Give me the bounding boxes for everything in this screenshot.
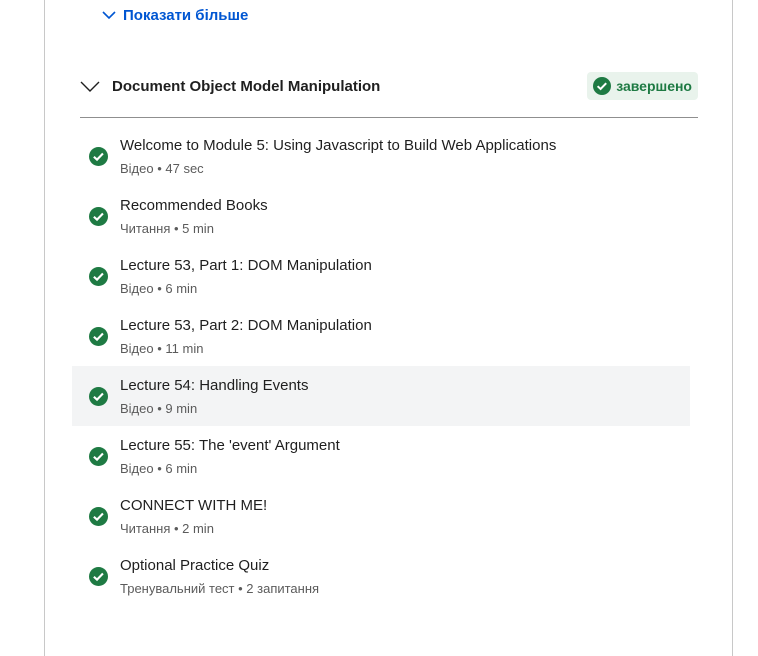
check-circle-icon xyxy=(89,567,108,586)
item-title: Optional Practice Quiz xyxy=(120,557,270,574)
list-item-hovered[interactable]: Lecture 54: Handling Events Відео • 9 mi… xyxy=(72,366,690,426)
item-list: Welcome to Module 5: Using Javascript to… xyxy=(72,126,690,606)
item-title: Lecture 54: Handling Events xyxy=(120,377,309,394)
item-title: Lecture 55: The 'event' Argument xyxy=(120,437,340,454)
item-title: Lecture 53, Part 2: DOM Manipulation xyxy=(120,317,372,334)
item-title: CONNECT WITH ME! xyxy=(120,497,268,514)
list-item[interactable]: Lecture 53, Part 1: DOM Manipulation Від… xyxy=(72,246,690,306)
item-title: Welcome to Module 5: Using Javascript to… xyxy=(120,137,557,154)
item-meta: Відео • 6 min xyxy=(120,281,198,296)
check-circle-icon xyxy=(89,387,108,406)
check-circle-icon xyxy=(89,327,108,346)
status-badge-label: завершено xyxy=(616,78,692,94)
item-title: Lecture 53, Part 1: DOM Manipulation xyxy=(120,257,372,274)
list-item[interactable]: Recommended Books Читання • 5 min xyxy=(72,186,690,246)
item-meta: Читання • 5 min xyxy=(120,221,214,236)
list-item[interactable]: Welcome to Module 5: Using Javascript to… xyxy=(72,126,690,186)
chevron-down-icon xyxy=(102,11,116,20)
check-circle-icon xyxy=(593,77,612,95)
item-title: Recommended Books xyxy=(120,197,268,214)
chevron-down-icon xyxy=(80,81,100,92)
check-circle-icon xyxy=(89,447,108,466)
module-title: Document Object Model Manipulation xyxy=(112,77,381,95)
show-more-label: Показати більше xyxy=(123,6,249,24)
module-header[interactable]: Document Object Model Manipulation завер… xyxy=(80,72,698,100)
show-more-button[interactable]: Показати більше xyxy=(101,4,248,26)
check-circle-icon xyxy=(89,267,108,286)
item-meta: Читання • 2 min xyxy=(120,521,214,536)
item-meta: Відео • 6 min xyxy=(120,461,198,476)
divider xyxy=(80,117,698,118)
list-item[interactable]: Optional Practice Quiz Тренувальний тест… xyxy=(72,546,690,606)
item-meta: Відео • 9 min xyxy=(120,401,198,416)
list-item[interactable]: Lecture 55: The 'event' Argument Відео •… xyxy=(72,426,690,486)
check-circle-icon xyxy=(89,507,108,526)
item-meta: Відео • 11 min xyxy=(120,341,204,356)
list-item[interactable]: CONNECT WITH ME! Читання • 2 min xyxy=(72,486,690,546)
check-circle-icon xyxy=(89,147,108,166)
item-meta: Тренувальний тест • 2 запитання xyxy=(120,581,320,596)
list-item[interactable]: Lecture 53, Part 2: DOM Manipulation Від… xyxy=(72,306,690,366)
check-circle-icon xyxy=(89,207,108,226)
status-badge: завершено xyxy=(587,72,698,100)
item-meta: Відео • 47 sec xyxy=(120,161,204,176)
